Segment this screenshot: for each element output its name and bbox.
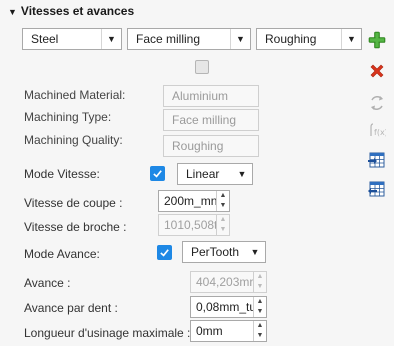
formula-icon: f(x) [367,120,387,140]
quality-field: Roughing [163,135,259,157]
quality-label: Machining Quality: [24,133,123,147]
spindle-speed-input: 1010,508t ▲ ▼ [158,214,230,236]
spin-up-icon[interactable]: ▲ [254,321,266,331]
chevron-down-icon: ▼ [250,247,260,257]
chevron-down-icon: ▼ [237,169,247,179]
length-input[interactable]: 0mm ▲ ▼ [190,320,267,342]
cut-speed-label: Vitesse de coupe : [24,196,123,210]
feed-mode-select[interactable]: PerTooth ▼ [182,241,266,263]
feed-mode-checkbox[interactable] [157,245,172,260]
speed-mode-select[interactable]: Linear ▼ [177,163,253,185]
delete-icon[interactable] [367,61,387,81]
type-label: Machining Type: [24,110,112,124]
speed-mode-checkbox[interactable] [150,166,165,181]
feed-mode-value: PerTooth [191,245,240,259]
disabled-checkbox [195,60,209,74]
quality-select[interactable]: Roughing ▼ [256,28,362,50]
material-field: Aluminium [163,85,259,107]
material-label: Machined Material: [24,88,126,102]
spin-up-icon[interactable]: ▲ [217,191,229,201]
feed-mode-label: Mode Avance: [24,247,100,261]
spin-down-icon[interactable]: ▼ [254,331,266,341]
check-icon [160,249,169,257]
feed-input: 404,203mr ▲ ▼ [190,271,267,293]
chevron-down-icon: ▼ [230,29,250,49]
table-export-icon[interactable] [367,179,387,199]
speed-mode-value: Linear [186,167,220,181]
per-tooth-label: Avance par dent : [24,301,118,315]
plus-icon[interactable] [367,30,387,50]
spindle-speed-value: 1010,508t [164,218,216,232]
speed-mode-label: Mode Vitesse: [24,167,100,181]
spin-down-icon[interactable]: ▼ [217,201,229,211]
check-icon [153,170,162,178]
table-import-icon[interactable] [367,150,387,170]
cut-speed-value: 200m_mn [164,194,216,208]
collapse-triangle-icon[interactable]: ▼ [8,7,17,17]
refresh-icon [367,93,387,113]
spin-down-icon: ▼ [219,226,227,233]
length-label: Longueur d'usinage maximale : [24,326,191,340]
spin-up-icon: ▲ [219,216,227,223]
section-header[interactable]: ▼ Vitesses et avances [8,4,134,18]
type-field: Face milling [163,109,259,131]
feed-value: 404,203mr [196,275,253,289]
spin-up-icon[interactable]: ▲ [254,297,266,307]
spin-down-icon[interactable]: ▼ [254,307,266,317]
spindle-speed-label: Vitesse de broche : [24,220,127,234]
material-select-value: Steel [31,32,59,46]
chevron-down-icon: ▼ [101,29,121,49]
type-select-value: Face milling [136,32,201,46]
feed-label: Avance : [24,276,71,290]
type-select[interactable]: Face milling ▼ [127,28,251,50]
spin-up-icon: ▲ [256,273,264,280]
per-tooth-input[interactable]: 0,08mm_tu ▲ ▼ [190,296,267,318]
material-select[interactable]: Steel ▼ [22,28,122,50]
length-value: 0mm [196,324,223,338]
svg-text:f(x): f(x) [374,128,386,137]
spin-down-icon: ▼ [256,283,264,290]
quality-select-value: Roughing [265,32,317,46]
chevron-down-icon: ▼ [341,29,361,49]
cut-speed-input[interactable]: 200m_mn ▲ ▼ [158,190,230,212]
per-tooth-value: 0,08mm_tu [196,300,253,314]
section-title: Vitesses et avances [20,4,135,18]
